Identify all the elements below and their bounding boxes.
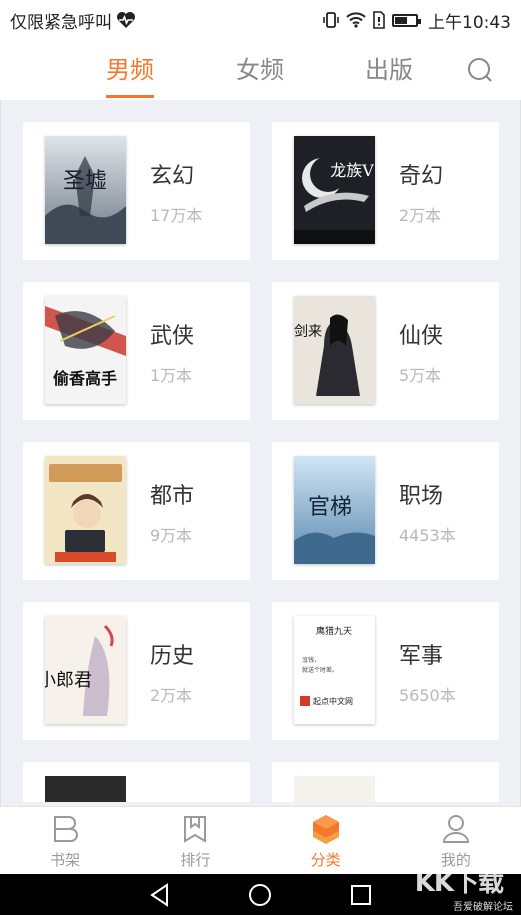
status-right: 上午10:43 [322, 8, 511, 33]
book-cover: 偷香高手 [45, 296, 126, 404]
tab-male[interactable]: 男频 [98, 50, 162, 98]
category-card-qihuan[interactable]: 龙族V 奇幻 2万本 [272, 122, 499, 260]
category-name: 军事 [399, 644, 444, 669]
cover-art: 鹰猎九天 沒钱， 就送个时差。 起点中文网 [294, 616, 375, 724]
carrier-text: 仅限紧急呼叫 [10, 12, 112, 33]
cover-brand: 起点中文网 [313, 696, 353, 706]
status-time: 上午10:43 [428, 12, 511, 33]
cover-title: 龙族V [330, 161, 374, 180]
book-cover: 小郎君 [45, 616, 126, 724]
category-stack-icon [312, 814, 339, 844]
cover-title: 圣墟 [63, 169, 107, 194]
cover-line: 沒钱， [302, 656, 320, 664]
watermark-logo: KK下载 [414, 868, 504, 898]
category-name: 奇幻 [399, 164, 444, 189]
battery-icon [392, 13, 421, 27]
category-card-dushi[interactable]: 都市 9万本 [23, 442, 250, 580]
cover-art: 偷香高手 [45, 296, 126, 404]
book-cover [45, 776, 126, 802]
cover-art: 小郎君 [45, 616, 126, 724]
tab-publish[interactable]: 出版 [357, 50, 421, 98]
category-count: 2万本 [399, 206, 442, 225]
nav-label: 书架 [50, 850, 81, 869]
cover-art: 剑来 [294, 296, 375, 404]
vibrate-icon [323, 12, 339, 28]
category-card-zhichang[interactable]: 官梯 职场 4453本 [272, 442, 499, 580]
channel-tabs: 男频 女频 出版 [0, 40, 521, 100]
category-name: 都市 [150, 484, 195, 509]
nav-ranking[interactable]: 排行 [130, 807, 260, 875]
cover-title: 偷香高手 [53, 369, 117, 388]
category-count: 5650本 [399, 686, 456, 705]
category-count: 4453本 [399, 526, 456, 545]
category-grid: 圣墟 玄幻 17万本 龙族V 奇幻 2万本 偷香高手 武侠 1万本 剑来 仙侠 … [23, 122, 500, 802]
book-cover: 鹰猎九天 沒钱， 就送个时差。 起点中文网 [294, 616, 375, 724]
cover-title: 小郎君 [45, 670, 92, 691]
cover-line: 就送个时差。 [302, 666, 338, 674]
category-count: 1万本 [150, 366, 193, 385]
category-name: 玄幻 [150, 164, 195, 189]
cover-art: 官梯 [294, 456, 375, 564]
category-name: 历史 [150, 644, 195, 669]
status-bar: 仅限紧急呼叫 上午10:43 [0, 0, 521, 40]
cover-art [45, 456, 126, 564]
book-cover: 官梯 [294, 456, 375, 564]
category-card-partial[interactable] [23, 762, 250, 802]
category-card-xuanhuan[interactable]: 圣墟 玄幻 17万本 [23, 122, 250, 260]
category-list[interactable]: 圣墟 玄幻 17万本 龙族V 奇幻 2万本 偷香高手 武侠 1万本 剑来 仙侠 … [0, 100, 521, 806]
nav-label: 排行 [180, 850, 211, 869]
category-count: 17万本 [150, 206, 203, 225]
nav-label: 分类 [310, 850, 341, 869]
nav-bookshelf[interactable]: 书架 [0, 807, 130, 875]
nav-category[interactable]: 分类 [261, 807, 391, 875]
cover-title: 剑来 [294, 324, 322, 340]
category-count: 9万本 [150, 526, 193, 545]
category-name: 武侠 [150, 324, 195, 349]
cover-art: 圣墟 [45, 136, 126, 244]
bookshelf-icon [54, 815, 79, 842]
category-card-junshi[interactable]: 鹰猎九天 沒钱， 就送个时差。 起点中文网 军事 5650本 [272, 602, 499, 740]
watermark-text: 吾爱破解论坛 [453, 902, 513, 913]
status-left: 仅限紧急呼叫 [10, 8, 136, 33]
cover-art: 龙族V [294, 136, 375, 244]
cover-title: 官梯 [308, 495, 352, 520]
category-card-partial[interactable] [272, 762, 499, 802]
search-icon[interactable] [466, 56, 494, 84]
category-card-wuxia[interactable]: 偷香高手 武侠 1万本 [23, 282, 250, 420]
category-name: 仙侠 [399, 324, 444, 349]
book-cover: 剑来 [294, 296, 375, 404]
cover-title: 鹰猎九天 [316, 625, 352, 637]
book-cover [45, 456, 126, 564]
category-name: 职场 [399, 484, 444, 509]
home-icon[interactable] [247, 882, 273, 908]
person-icon [442, 814, 469, 843]
category-count: 2万本 [150, 686, 193, 705]
book-cover: 圣墟 [45, 136, 126, 244]
bookmark-icon [184, 815, 207, 843]
system-nav-bar: KK下载 吾爱破解论坛 [0, 868, 521, 915]
recents-icon[interactable] [348, 882, 374, 908]
book-cover: 龙族V [294, 136, 375, 244]
category-count: 5万本 [399, 366, 442, 385]
category-card-lishi[interactable]: 小郎君 历史 2万本 [23, 602, 250, 740]
heart-pulse-icon [117, 12, 135, 28]
back-icon[interactable] [147, 882, 173, 908]
book-cover [294, 776, 375, 802]
category-card-xianxia[interactable]: 剑来 仙侠 5万本 [272, 282, 499, 420]
sim-alert-icon [373, 11, 385, 29]
wifi-icon [346, 12, 366, 28]
tab-female[interactable]: 女频 [228, 50, 292, 98]
